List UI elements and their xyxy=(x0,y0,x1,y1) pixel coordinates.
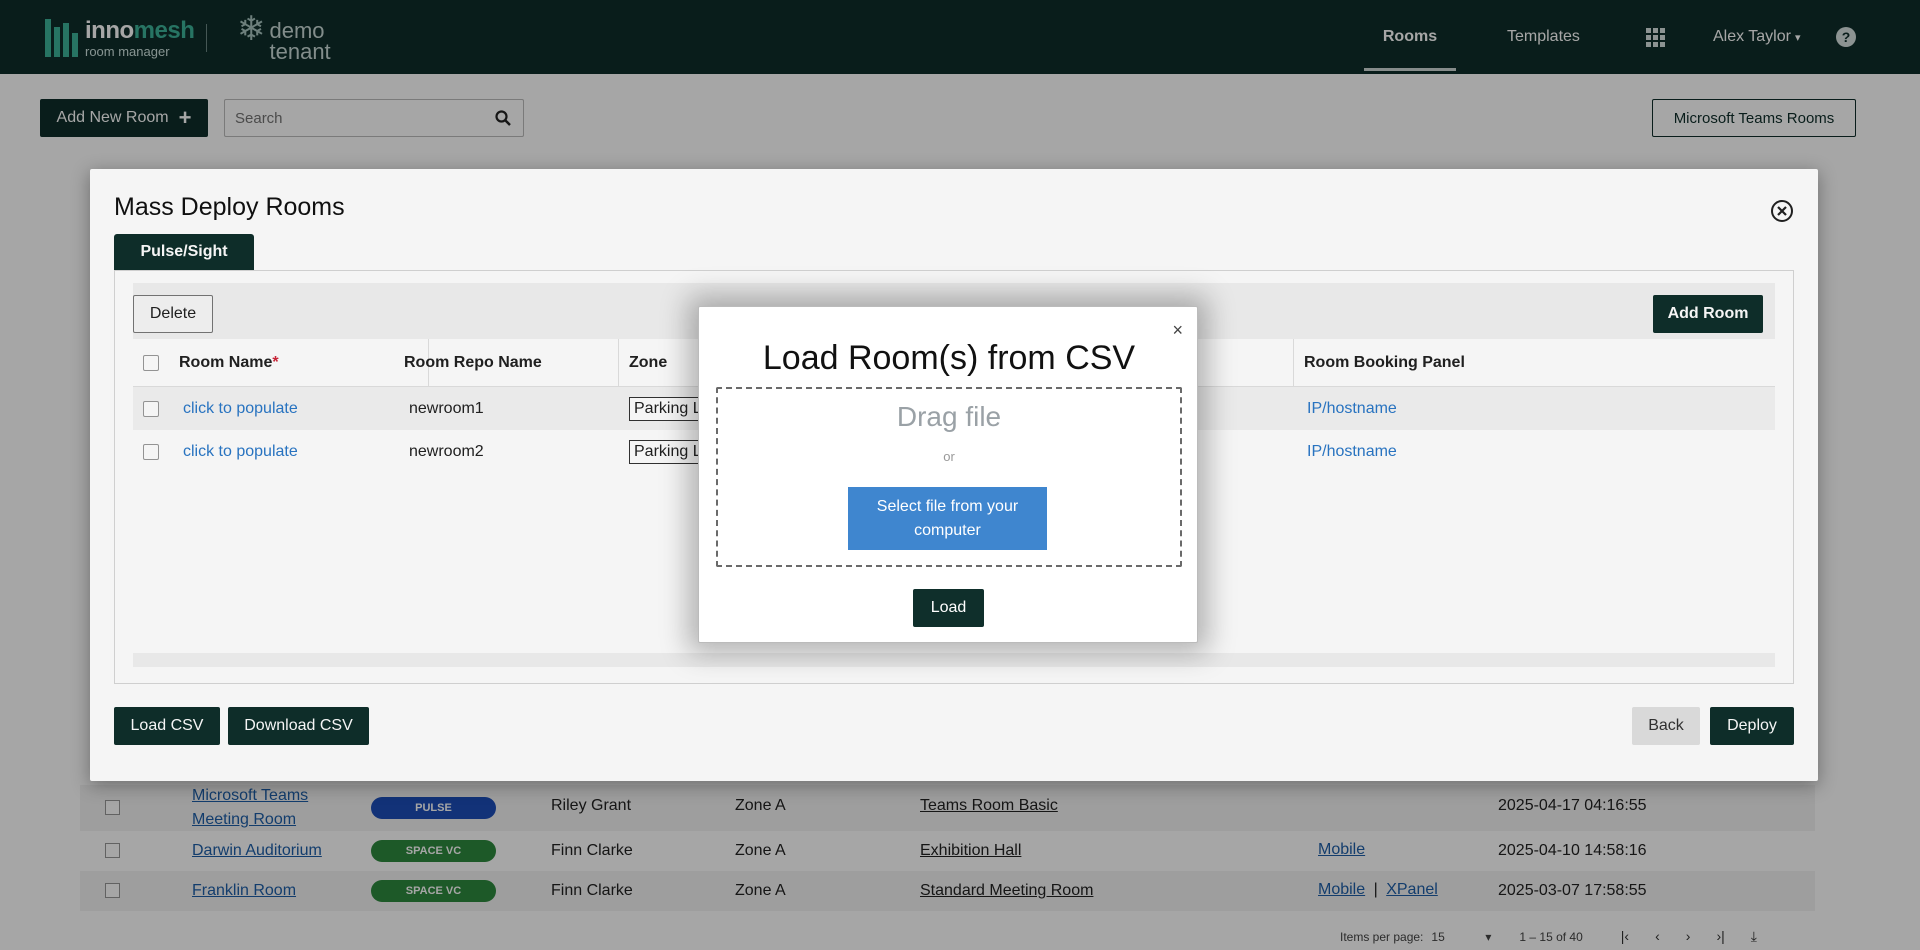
drag-file-label: Drag file xyxy=(896,401,1002,432)
dialog-title: Load Room(s) from CSV xyxy=(762,339,1136,377)
or-label: or xyxy=(943,449,955,464)
load-csv-dialog: × Load Room(s) from CSV Drag file or Sel… xyxy=(698,306,1198,643)
select-file-button[interactable]: Select file from your computer xyxy=(848,487,1047,550)
close-icon[interactable]: × xyxy=(1172,321,1183,339)
load-button[interactable]: Load xyxy=(913,589,984,627)
file-drop-zone[interactable]: Drag file or Select file from your compu… xyxy=(716,387,1182,567)
